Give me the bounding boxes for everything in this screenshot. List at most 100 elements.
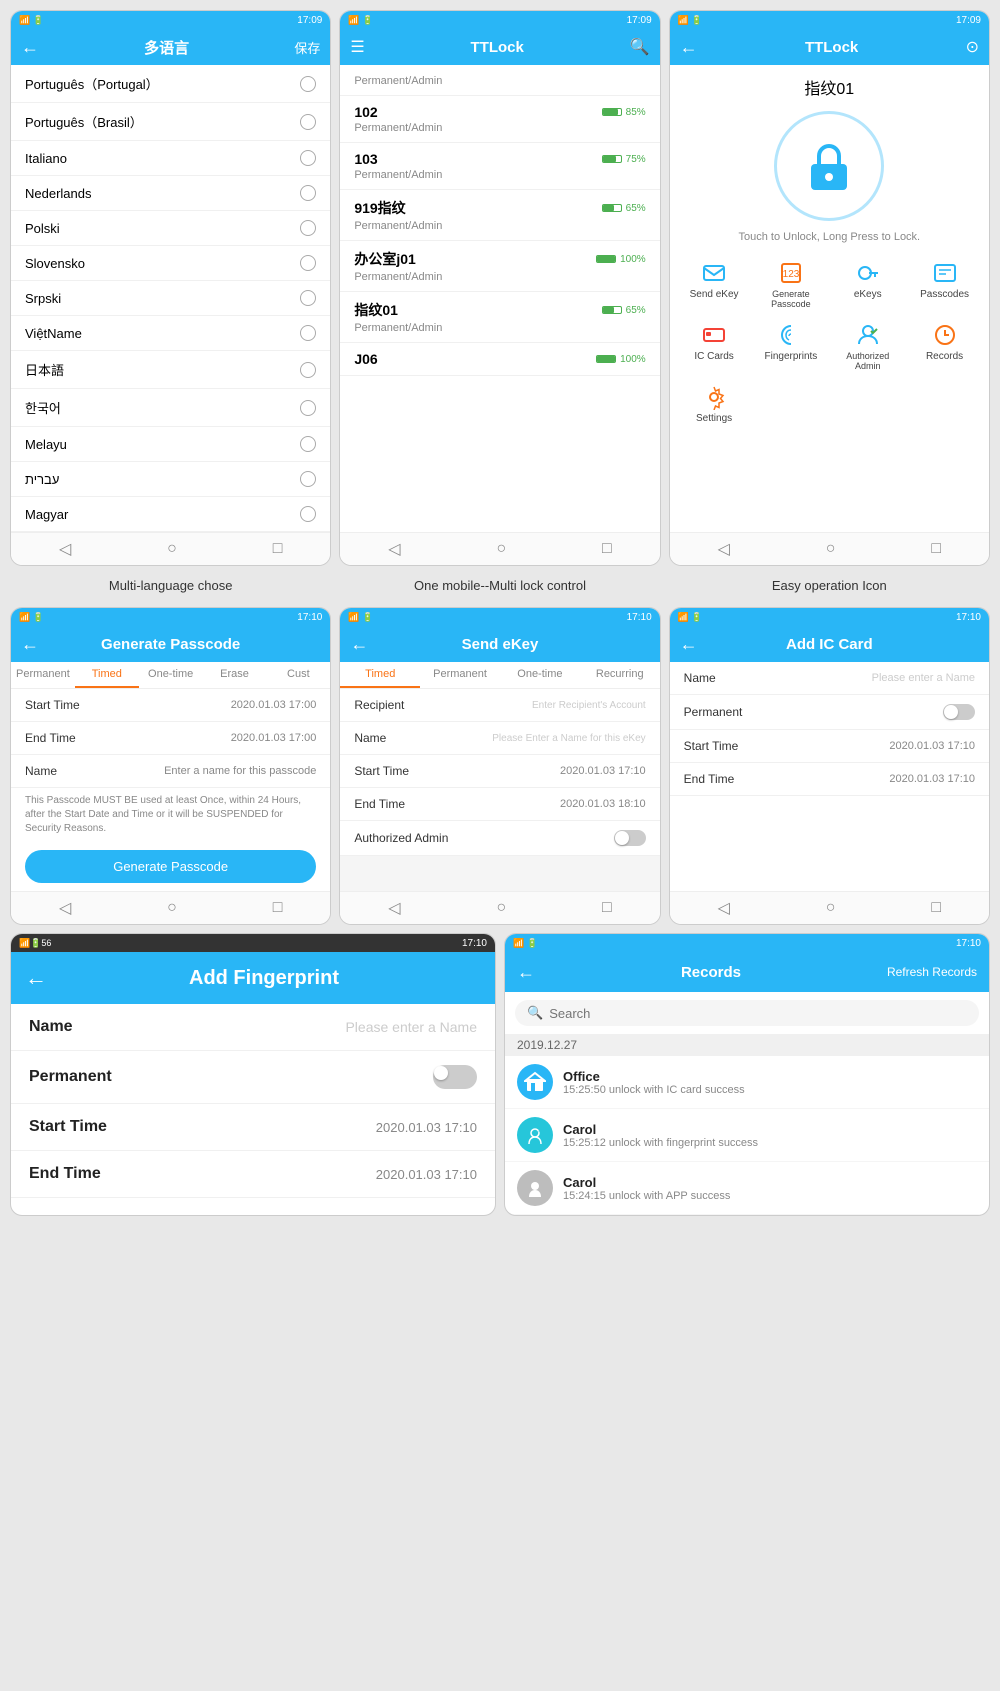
record-item-office[interactable]: Office 15:25:50 unlock with IC card succ… — [505, 1056, 989, 1109]
list-item[interactable]: 102 85% Permanent/Admin — [340, 96, 659, 143]
list-item[interactable]: Italiano — [11, 141, 330, 176]
ic-cards-icon-cell[interactable]: IC Cards — [678, 317, 751, 375]
start-time-label: Start Time — [25, 698, 80, 712]
list-item[interactable]: Polski — [11, 211, 330, 246]
recents-nav-icon[interactable]: □ — [602, 899, 612, 917]
back-button-gp[interactable]: ← — [21, 634, 39, 655]
radio-button[interactable] — [300, 150, 316, 166]
back-button-3[interactable]: ← — [680, 37, 698, 58]
list-item[interactable]: עברית — [11, 462, 330, 497]
home-nav-icon[interactable]: ○ — [496, 540, 506, 558]
tab-erase[interactable]: Erase — [203, 662, 267, 688]
back-nav-icon[interactable]: ◁ — [59, 539, 71, 559]
home-nav-icon[interactable]: ○ — [167, 540, 177, 558]
settings-icon-cell[interactable]: Settings — [678, 379, 751, 428]
list-item[interactable]: Nederlands — [11, 176, 330, 211]
back-nav-icon[interactable]: ◁ — [718, 539, 730, 559]
list-item[interactable]: 指纹01 65% Permanent/Admin — [340, 292, 659, 343]
record-item-carol2[interactable]: Carol 15:24:15 unlock with APP success — [505, 1162, 989, 1215]
recents-nav-icon[interactable]: □ — [273, 540, 283, 558]
home-nav-icon[interactable]: ○ — [496, 899, 506, 917]
tab-timed[interactable]: Timed — [75, 662, 139, 688]
fp-form-end: End Time 2020.01.03 17:10 — [11, 1151, 495, 1198]
radio-button[interactable] — [300, 255, 316, 271]
radio-button[interactable] — [300, 325, 316, 341]
fingerprints-icon-cell[interactable]: Fingerprints — [754, 317, 827, 375]
home-nav-icon[interactable]: ○ — [826, 899, 836, 917]
list-item[interactable]: 한국어 — [11, 389, 330, 427]
send-ekey-icon-cell[interactable]: Send eKey — [678, 255, 751, 313]
recipient-value[interactable]: Enter Recipient's Account — [532, 700, 646, 711]
recents-nav-icon[interactable]: □ — [602, 540, 612, 558]
refresh-records-button[interactable]: Refresh Records — [887, 965, 977, 979]
tab-permanent[interactable]: Permanent — [11, 662, 75, 688]
radio-button[interactable] — [300, 290, 316, 306]
generate-passcode-button[interactable]: Generate Passcode — [25, 850, 316, 883]
recents-nav-icon[interactable]: □ — [273, 899, 283, 917]
list-item[interactable]: J06 100% — [340, 343, 659, 376]
fp-permanent-toggle[interactable] — [433, 1065, 477, 1089]
radio-button[interactable] — [300, 114, 316, 130]
recents-nav-icon[interactable]: □ — [931, 899, 941, 917]
ekeys-icon-cell[interactable]: eKeys — [831, 255, 904, 313]
list-item[interactable]: Melayu — [11, 427, 330, 462]
back-nav-icon[interactable]: ◁ — [718, 898, 730, 918]
recents-nav-icon[interactable]: □ — [931, 540, 941, 558]
radio-button[interactable] — [300, 471, 316, 487]
back-nav-icon[interactable]: ◁ — [59, 898, 71, 918]
status-time-1: 17:09 — [297, 15, 322, 26]
radio-button[interactable] — [300, 400, 316, 416]
tab-onetime[interactable]: One-time — [139, 662, 203, 688]
back-button-fp[interactable]: ← — [25, 965, 47, 991]
radio-button[interactable] — [300, 436, 316, 452]
home-nav-icon[interactable]: ○ — [826, 540, 836, 558]
back-nav-icon[interactable]: ◁ — [388, 898, 400, 918]
admin-toggle-ek[interactable] — [614, 830, 646, 846]
search-input[interactable] — [549, 1006, 967, 1021]
tab-timed-ek[interactable]: Timed — [340, 662, 420, 688]
tab-permanent-ek[interactable]: Permanent — [420, 662, 500, 688]
list-item[interactable]: Português（Portugal） — [11, 65, 330, 103]
lock-circle[interactable] — [774, 111, 884, 221]
lock-item-top[interactable]: Permanent/Admin — [340, 65, 659, 96]
radio-button[interactable] — [300, 76, 316, 92]
name-value[interactable]: Enter a name for this passcode — [164, 765, 316, 777]
tab-recurring-ek[interactable]: Recurring — [580, 662, 660, 688]
menu-icon[interactable]: ☰ — [350, 37, 364, 57]
passcodes-icon-cell[interactable]: Passcodes — [908, 255, 981, 313]
radio-button[interactable] — [300, 220, 316, 236]
list-item[interactable]: 办公室j01 100% Permanent/Admin — [340, 241, 659, 292]
authorized-admin-icon-cell[interactable]: AuthorizedAdmin — [831, 317, 904, 375]
radio-button[interactable] — [300, 185, 316, 201]
lock-sub: Permanent/Admin — [354, 122, 645, 134]
back-nav-icon[interactable]: ◁ — [388, 539, 400, 559]
name-value-ek[interactable]: Please Enter a Name for this eKey — [492, 733, 645, 744]
save-button-1[interactable]: 保存 — [294, 38, 320, 57]
back-button-se[interactable]: ← — [350, 634, 368, 655]
home-nav-icon[interactable]: ○ — [167, 899, 177, 917]
back-button-ic[interactable]: ← — [680, 634, 698, 655]
list-item[interactable]: Srpski — [11, 281, 330, 316]
settings-icon-nav[interactable]: ⊙ — [966, 37, 979, 57]
list-item[interactable]: ViệtName — [11, 316, 330, 351]
fp-name-value[interactable]: Please enter a Name — [345, 1019, 477, 1035]
generate-passcode-icon-cell[interactable]: 123 GeneratePasscode — [754, 255, 827, 313]
back-button-1[interactable]: ← — [21, 37, 39, 58]
list-item[interactable]: Português（Brasil） — [11, 103, 330, 141]
record-item-carol1[interactable]: Carol 15:25:12 unlock with fingerprint s… — [505, 1109, 989, 1162]
back-button-rec[interactable]: ← — [517, 962, 535, 983]
tab-onetime-ek[interactable]: One-time — [500, 662, 580, 688]
list-item[interactable]: 103 75% Permanent/Admin — [340, 143, 659, 190]
list-item[interactable]: Magyar — [11, 497, 330, 532]
list-item[interactable]: 919指纹 65% Permanent/Admin — [340, 190, 659, 241]
radio-button[interactable] — [300, 506, 316, 522]
search-icon[interactable]: 🔍 — [630, 37, 650, 57]
records-icon-cell[interactable]: Records — [908, 317, 981, 375]
radio-button[interactable] — [300, 362, 316, 378]
name-value-ic[interactable]: Please enter a Name — [872, 672, 975, 684]
lock-detail: 指纹01 Touch to Unlock, Long Press to Lock… — [670, 65, 989, 532]
list-item[interactable]: 日本語 — [11, 351, 330, 389]
list-item[interactable]: Slovensko — [11, 246, 330, 281]
permanent-toggle-ic[interactable] — [943, 704, 975, 720]
tab-cust[interactable]: Cust — [266, 662, 330, 688]
